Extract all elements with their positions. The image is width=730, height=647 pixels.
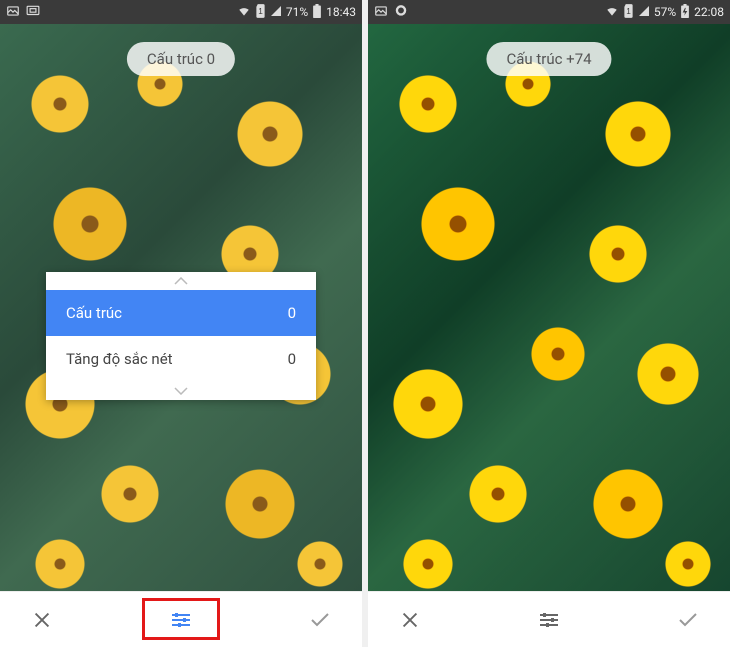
battery-icon — [312, 4, 322, 21]
cast-icon — [26, 4, 40, 21]
photo-image — [368, 24, 730, 591]
battery-charging-icon — [680, 4, 690, 21]
signal-icon — [270, 5, 282, 20]
adjustment-value: 0 — [288, 350, 296, 368]
battery-percent: 57% — [654, 5, 676, 19]
confirm-button[interactable] — [300, 600, 340, 640]
chevron-up-icon — [46, 272, 316, 290]
status-bar: 1 57% 22:08 — [368, 0, 730, 24]
chevron-down-icon — [46, 382, 316, 400]
wifi-icon — [605, 4, 619, 21]
screen-right: 1 57% 22:08 Cấu trúc +74 — [368, 0, 730, 647]
status-bar: 1 71% 18:43 — [0, 0, 362, 24]
adjust-sliders-button[interactable] — [529, 600, 569, 640]
gallery-icon — [374, 4, 388, 21]
bottom-toolbar — [0, 591, 362, 647]
clock: 18:43 — [326, 5, 356, 19]
adjustment-value-pill: Cấu trúc 0 — [127, 42, 235, 76]
bottom-toolbar — [368, 591, 730, 647]
signal-icon — [638, 5, 650, 20]
adjustment-row-structure[interactable]: Cấu trúc 0 — [46, 290, 316, 336]
battery-percent: 71% — [286, 5, 308, 19]
adjustment-selector-panel[interactable]: Cấu trúc 0 Tăng độ sắc nét 0 — [46, 272, 316, 400]
cancel-button[interactable] — [22, 600, 62, 640]
adjustment-value: 0 — [288, 304, 296, 322]
confirm-button[interactable] — [668, 600, 708, 640]
adjustment-value-pill: Cấu trúc +74 — [486, 42, 611, 76]
adjustment-label: Cấu trúc — [66, 304, 122, 322]
adjustment-row-sharpen[interactable]: Tăng độ sắc nét 0 — [46, 336, 316, 382]
photo-canvas[interactable]: Cấu trúc +74 — [368, 24, 730, 591]
svg-text:1: 1 — [258, 6, 263, 15]
wifi-icon — [237, 4, 251, 21]
sim-icon: 1 — [255, 4, 266, 21]
photo-canvas[interactable]: Cấu trúc 0 Cấu trúc 0 Tăng độ sắc nét 0 — [0, 24, 362, 591]
adjust-sliders-button[interactable] — [161, 600, 201, 640]
sim-icon: 1 — [623, 4, 634, 21]
cancel-button[interactable] — [390, 600, 430, 640]
svg-text:1: 1 — [626, 6, 631, 15]
messenger-icon — [394, 4, 408, 21]
adjustment-label: Tăng độ sắc nét — [66, 350, 173, 368]
screen-left: 1 71% 18:43 Cấu trúc 0 Cấu trúc 0 Tăng đ — [0, 0, 362, 647]
gallery-icon — [6, 4, 20, 21]
clock: 22:08 — [694, 5, 724, 19]
